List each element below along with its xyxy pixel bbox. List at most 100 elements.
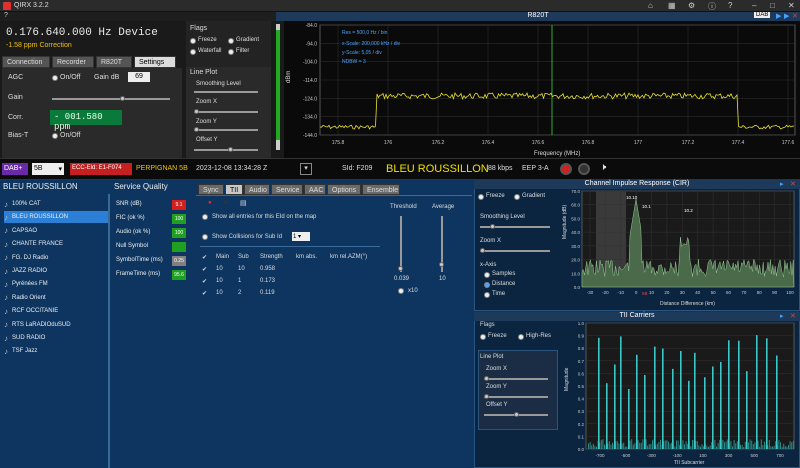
record-button[interactable] xyxy=(560,163,572,175)
agc-onoff-label: On/Off xyxy=(60,74,81,81)
tiic-offsety-thumb[interactable] xyxy=(514,412,519,417)
help-icon[interactable]: ? xyxy=(728,1,732,10)
correction-input[interactable]: - 001.580 ppm xyxy=(50,110,122,132)
tools-icon[interactable]: ⚙ xyxy=(688,1,695,10)
show-coll-radio[interactable] xyxy=(202,234,208,240)
threshold-slider[interactable] xyxy=(400,216,402,272)
header-check-icon[interactable]: ✔ xyxy=(202,254,207,261)
stop-button[interactable] xyxy=(578,163,590,175)
cir-close-icon[interactable]: ✕ xyxy=(790,180,796,188)
station-list-item[interactable]: ♪ RCF OCCITANIE xyxy=(4,305,58,317)
tiic-noise-bar xyxy=(618,443,620,449)
tii-tab-ensemble[interactable]: Ensemble xyxy=(362,184,400,195)
menu-icon[interactable]: ? xyxy=(4,12,8,19)
station-list-item[interactable]: ♪ CAPSAO xyxy=(4,225,37,237)
average-thumb[interactable] xyxy=(439,262,444,267)
tab-r820t[interactable]: R820T xyxy=(96,56,132,68)
record-icon[interactable]: ● xyxy=(208,200,212,206)
cir-zoomx-thumb[interactable] xyxy=(480,248,485,253)
block-select[interactable]: 5B ▾ xyxy=(32,163,64,175)
ecc-badge: ECC-Eld: E1-F074 xyxy=(70,163,132,175)
tii-tab-tii[interactable]: TII xyxy=(225,184,243,195)
gain-slider[interactable] xyxy=(52,98,170,100)
zoomy-thumb[interactable] xyxy=(194,127,199,132)
tab-connection[interactable]: Connection xyxy=(2,56,50,68)
station-list-item[interactable]: ♪ RTS LaRADIOduSUD xyxy=(4,319,71,331)
tii-tab-audio[interactable]: Audio xyxy=(244,184,270,195)
speaker-icon[interactable]: 🕨 xyxy=(600,162,606,173)
play-icon[interactable]: ▶ xyxy=(776,12,781,20)
service-dropdown[interactable]: ▾ xyxy=(300,163,312,175)
tiic-close-icon[interactable]: ✕ xyxy=(790,312,796,320)
samples-radio[interactable] xyxy=(484,272,490,278)
station-list-item[interactable]: ♪ BLEU ROUSSILLON xyxy=(4,211,108,224)
spectrum-close-icon[interactable]: ✕ xyxy=(792,12,798,20)
x10-radio[interactable] xyxy=(398,288,404,294)
station-list-item[interactable]: ♪ CHANTE FRANCE xyxy=(4,238,63,250)
row-check-icon[interactable]: ✔ xyxy=(202,266,207,273)
tiic-noise-bar xyxy=(647,445,649,449)
offsety-slider[interactable] xyxy=(194,149,258,151)
collision-select[interactable]: 1 ▾ xyxy=(292,232,310,241)
tiic-xtick: 100 xyxy=(699,453,707,458)
highres-radio[interactable] xyxy=(518,334,524,340)
station-list-item[interactable]: ♪ FG. DJ Radio xyxy=(4,252,48,264)
show-all-radio[interactable] xyxy=(202,214,208,220)
tab-recorder[interactable]: Recorder xyxy=(52,56,94,68)
zoomx-slider[interactable] xyxy=(194,111,258,113)
station-list-item[interactable]: ♪ Radio Orient xyxy=(4,292,46,304)
row-check-icon[interactable]: ✔ xyxy=(202,278,207,285)
tab-settings[interactable]: Settings xyxy=(134,56,176,68)
station-list-item[interactable]: ♪ JAZZ RADIO xyxy=(4,265,47,277)
maximize-icon[interactable]: □ xyxy=(770,1,775,10)
info-icon[interactable]: ⓘ xyxy=(708,1,716,12)
tii-tab-options[interactable]: Options xyxy=(327,184,361,195)
station-list-item[interactable]: ♪ TSF Jazz xyxy=(4,345,37,357)
cir-freeze-radio[interactable] xyxy=(478,194,484,200)
tii-tab-aac[interactable]: AAC xyxy=(304,184,326,195)
tii-tab-service[interactable]: Service xyxy=(271,184,303,195)
cir-smoothing-thumb[interactable] xyxy=(490,224,495,229)
tiic-freeze-radio[interactable] xyxy=(480,334,486,340)
agc-radio[interactable] xyxy=(52,75,58,81)
threshold-thumb[interactable] xyxy=(398,266,403,271)
tiic-zoomy-slider[interactable] xyxy=(484,396,548,398)
zoomx-thumb[interactable] xyxy=(194,109,199,114)
offsety-label: Offset Y xyxy=(196,137,218,143)
gain-db-input[interactable]: 69 xyxy=(128,72,150,82)
smoothing-slider[interactable] xyxy=(194,91,258,93)
document-icon[interactable]: ▤ xyxy=(240,199,247,207)
gain-slider-thumb[interactable] xyxy=(120,96,125,101)
minimize-icon[interactable]: – xyxy=(752,1,756,10)
tii-tab-sync[interactable]: Sync xyxy=(198,184,224,195)
cir-expand-icon[interactable]: ▸ xyxy=(780,180,784,188)
gradient-radio[interactable] xyxy=(228,38,234,44)
station-list-item[interactable]: ♪ 100% CAT xyxy=(4,198,41,210)
distance-radio[interactable] xyxy=(484,282,490,288)
station-list-item[interactable]: ♪ SUD RADIO xyxy=(4,332,45,344)
tiic-zoomx-thumb[interactable] xyxy=(484,376,489,381)
bias-radio[interactable] xyxy=(52,133,58,139)
station-list-item[interactable]: ♪ Pyrénées FM xyxy=(4,278,48,290)
map-icon[interactable]: ▦ xyxy=(668,1,676,10)
tiic-zoomx-slider[interactable] xyxy=(484,378,548,380)
cir-zoomx-slider[interactable] xyxy=(480,250,550,252)
cir-gradient-radio[interactable] xyxy=(514,194,520,200)
offsety-thumb[interactable] xyxy=(228,147,233,152)
waterfall-radio[interactable] xyxy=(190,49,196,55)
filter-radio[interactable] xyxy=(228,49,234,55)
freeze-radio[interactable] xyxy=(190,38,196,44)
row-check-icon[interactable]: ✔ xyxy=(202,290,207,297)
tiic-zoomy-thumb[interactable] xyxy=(484,394,489,399)
home-icon[interactable]: ⌂ xyxy=(648,1,653,10)
cir-xtick: -20 xyxy=(602,290,609,295)
tiic-carrier-bar xyxy=(662,348,664,449)
tiic-expand-icon[interactable]: ▸ xyxy=(780,312,784,320)
dab-select[interactable]: DAB xyxy=(754,12,771,18)
tiic-carrier-bar xyxy=(654,346,656,449)
zoomy-slider[interactable] xyxy=(194,129,258,131)
stop-icon[interactable]: ■ xyxy=(224,200,228,206)
next-icon[interactable]: ▶ xyxy=(784,12,789,20)
close-icon[interactable]: ✕ xyxy=(788,1,795,10)
time-radio[interactable] xyxy=(484,292,490,298)
